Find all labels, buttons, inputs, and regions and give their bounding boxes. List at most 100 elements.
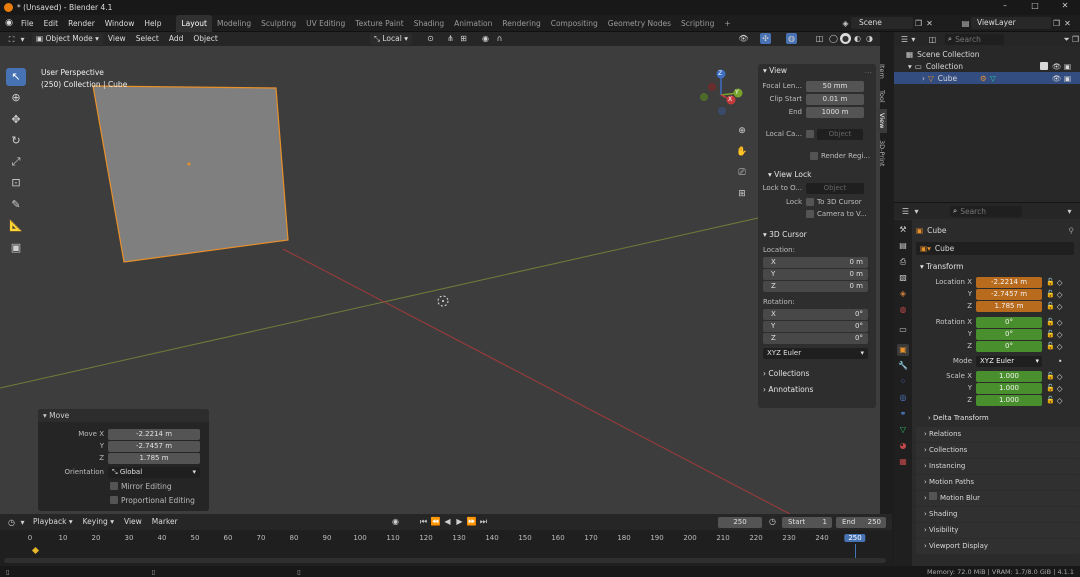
scene-selector[interactable]: ◈ Scene ❐ ✕ <box>840 17 935 29</box>
tab-geometry-nodes[interactable]: Geometry Nodes <box>603 15 676 32</box>
rotation-y-field[interactable]: 0° <box>976 328 1042 340</box>
falloff-icon[interactable]: ∩ <box>494 33 505 44</box>
focal-length-field[interactable]: 50 mm <box>806 80 864 92</box>
lock-icon[interactable]: 🔓 <box>1046 302 1055 310</box>
camera-icon[interactable]: ▣ <box>1064 74 1071 83</box>
viewport-menu-object[interactable]: Object <box>188 32 222 46</box>
rotate-tool-icon[interactable]: ↻ <box>6 132 26 150</box>
camera-icon[interactable]: ▣ <box>1064 62 1071 71</box>
keyframe-icon[interactable]: ◇ <box>1057 290 1063 299</box>
eye-icon[interactable]: 👁 <box>1052 74 1062 83</box>
rotation-z-field[interactable]: 0° <box>976 340 1042 352</box>
tab-rendering[interactable]: Rendering <box>497 15 545 32</box>
keyframe-dot-icon[interactable]: • <box>1058 357 1062 366</box>
timeline-scrollbar[interactable] <box>4 558 886 563</box>
instancing-section[interactable]: › Instancing <box>916 459 1080 474</box>
cursor-rotation-mode-dropdown[interactable]: XYZ Euler ▾ <box>763 347 868 359</box>
keyframe-icon[interactable]: ◇ <box>1057 342 1063 351</box>
lock-icon[interactable]: 🔓 <box>1046 330 1055 338</box>
tab-modeling[interactable]: Modeling <box>212 15 256 32</box>
keyframe-marker[interactable] <box>31 546 40 555</box>
filter-icon[interactable]: ⏷ <box>1062 34 1071 45</box>
tab-item[interactable]: Item <box>877 60 887 83</box>
gizmo-toggle-icon[interactable]: ✣ <box>760 33 771 44</box>
keyframe-icon[interactable]: ◇ <box>1057 384 1063 393</box>
editor-type-icon[interactable]: ⛶ <box>6 34 17 45</box>
view-layer-name[interactable]: ViewLayer <box>971 17 1051 29</box>
menu-edit[interactable]: Edit <box>39 15 64 32</box>
tab-compositing[interactable]: Compositing <box>546 15 603 32</box>
constraints-props-icon[interactable]: ⚭ <box>897 408 909 420</box>
view-lock-header[interactable]: ▾ View Lock <box>758 168 876 182</box>
object-props-icon[interactable]: ▣ <box>897 344 909 356</box>
cursor-rot-x-field[interactable]: X 0° <box>763 308 868 320</box>
lock-object-field[interactable]: Object <box>806 182 864 194</box>
properties-search-field[interactable]: ⌕ Search <box>950 205 1022 217</box>
move-panel-header[interactable]: ▾ Move <box>38 409 209 422</box>
scene-props-icon[interactable]: ◈ <box>897 288 909 300</box>
outliner-search-field[interactable]: ⌕ Search <box>944 33 1005 45</box>
viewport-display-section[interactable]: › Viewport Display <box>916 539 1080 554</box>
viewport-menu-add[interactable]: Add <box>164 32 189 46</box>
particles-props-icon[interactable]: ⁘ <box>897 376 909 388</box>
world-props-icon[interactable]: ◍ <box>897 304 909 316</box>
lock-icon[interactable]: 🔓 <box>1046 290 1055 298</box>
outliner-cube[interactable]: › ▽ Cube ⚙ ▽ 👁 ▣ <box>894 72 1080 84</box>
render-region-checkbox[interactable] <box>810 152 818 160</box>
proportional-editing-checkbox[interactable] <box>110 496 118 504</box>
keyframe-icon[interactable]: ◇ <box>1057 318 1063 327</box>
object-datablock-field[interactable]: ▣▾ Cube <box>916 242 1074 255</box>
3d-cursor-header[interactable]: ▾ 3D Cursor <box>758 228 876 242</box>
material-props-icon[interactable]: ◕ <box>897 440 909 452</box>
lock-icon[interactable]: 🔓 <box>1046 384 1055 392</box>
scale-z-field[interactable]: 1.000 <box>976 394 1042 406</box>
keyframe-icon[interactable]: ◇ <box>1057 372 1063 381</box>
rotation-mode-dropdown[interactable]: XYZ Euler ▾ <box>976 355 1042 367</box>
menu-file[interactable]: File <box>16 15 39 32</box>
camera-to-view-checkbox[interactable] <box>806 210 814 218</box>
ortho-grid-icon[interactable]: ⊞ <box>732 185 752 203</box>
visibility-icon[interactable]: 👁 <box>738 33 749 44</box>
texture-props-icon[interactable]: ▦ <box>897 456 909 468</box>
transform-orientation-dropdown[interactable]: ⤡ Local ▾ <box>370 33 412 45</box>
lock-icon[interactable]: 🔓 <box>1046 318 1055 326</box>
transform-tool-icon[interactable]: ⊡ <box>6 174 26 192</box>
tab-shading[interactable]: Shading <box>409 15 449 32</box>
lock-icon[interactable]: 🔓 <box>1046 372 1055 380</box>
copy-view-layer-icon[interactable]: ❐ <box>1051 18 1062 29</box>
outliner-scene-collection[interactable]: ▦ Scene Collection <box>894 48 1080 60</box>
tab-scripting[interactable]: Scripting <box>676 15 719 32</box>
scale-x-field[interactable]: 1.000 <box>976 370 1042 382</box>
scene-name[interactable]: Scene <box>851 17 913 29</box>
keyframe-icon[interactable]: ◇ <box>1057 330 1063 339</box>
tool-props-icon[interactable]: ⚒ <box>897 224 909 236</box>
mirror-editing-checkbox[interactable] <box>110 482 118 490</box>
panel-drag-handle-icon[interactable]: ⋯ <box>865 68 873 77</box>
pin-icon[interactable]: ⚲ <box>1069 226 1075 235</box>
minimize-button[interactable]: – <box>990 1 1020 10</box>
pivot-point-icon[interactable]: ⊙ <box>425 33 436 44</box>
location-x-field[interactable]: -2.2214 m <box>976 276 1042 288</box>
wireframe-shading-icon[interactable]: ◯ <box>828 33 839 44</box>
solid-shading-icon[interactable]: ● <box>840 33 851 44</box>
material-shading-icon[interactable]: ◐ <box>852 33 863 44</box>
lock-icon[interactable]: 🔓 <box>1046 342 1055 350</box>
pan-hand-icon[interactable]: ✋ <box>732 143 752 161</box>
motion-blur-checkbox[interactable] <box>929 492 938 500</box>
lock-icon[interactable]: 🔓 <box>1046 278 1055 286</box>
cursor-rot-y-field[interactable]: Y 0° <box>763 320 868 332</box>
move-tool-icon[interactable]: ✥ <box>6 111 26 129</box>
copy-scene-icon[interactable]: ❐ <box>913 18 924 29</box>
cursor-rot-z-field[interactable]: Z 0° <box>763 332 868 344</box>
view-layer-props-icon[interactable]: ▧ <box>897 272 909 284</box>
cursor-loc-z-field[interactable]: Z 0 m <box>763 280 868 292</box>
outliner-editor-type-icon[interactable]: ☰ <box>900 34 909 45</box>
menu-render[interactable]: Render <box>63 15 100 32</box>
display-mode-icon[interactable]: ◫ <box>928 34 937 45</box>
tab-view[interactable]: View <box>877 109 887 133</box>
tab-sculpting[interactable]: Sculpting <box>256 15 301 32</box>
clip-end-field[interactable]: 1000 m <box>806 106 864 118</box>
viewport-menu-select[interactable]: Select <box>131 32 164 46</box>
collection-props-icon[interactable]: ▭ <box>897 324 909 336</box>
render-props-icon[interactable]: ▤ <box>897 240 909 252</box>
